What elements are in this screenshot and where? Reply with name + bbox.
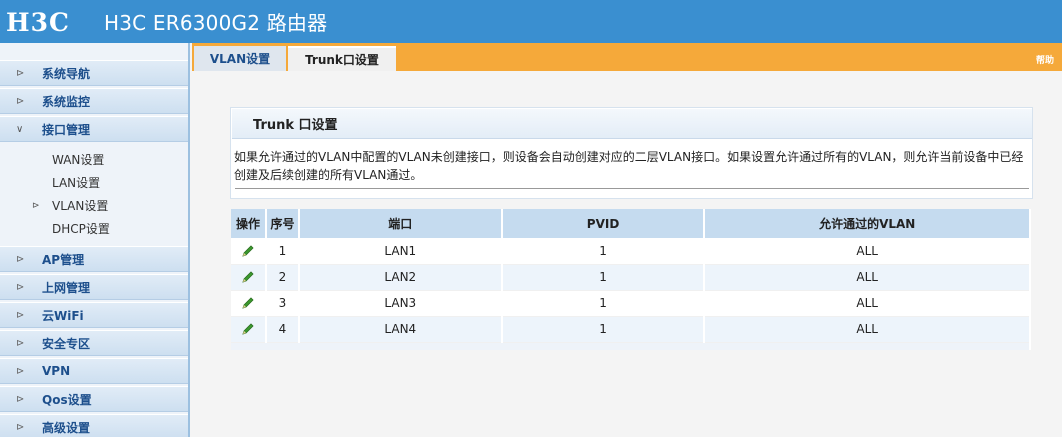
tab-bar: VLAN设置 Trunk口设置 帮助 bbox=[192, 43, 1062, 71]
sidebar-item-label: 安全专区 bbox=[42, 336, 91, 351]
port-cell: LAN1 bbox=[298, 238, 503, 264]
seq-cell: 2 bbox=[265, 264, 300, 290]
pencil-icon[interactable] bbox=[240, 321, 256, 337]
interface-submenu: WAN设置 LAN设置 ⊳ VLAN设置 DHCP设置 bbox=[0, 144, 188, 246]
sidebar-item-qos[interactable]: ⊳ Qos设置 bbox=[0, 386, 188, 412]
table-row: 2 LAN2 1 ALL bbox=[231, 264, 1031, 290]
vlan-cell: ALL bbox=[704, 316, 1031, 342]
panel-title: Trunk 口设置 bbox=[232, 109, 1032, 139]
tab-vlan-settings[interactable]: VLAN设置 bbox=[194, 46, 286, 71]
sidebar-item-system-monitor[interactable]: ⊳ 系统监控 bbox=[0, 88, 188, 114]
pencil-icon[interactable] bbox=[240, 269, 256, 285]
top-header: H3C H3C ER6300G2 路由器 bbox=[0, 0, 1062, 43]
col-header-pvid: PVID bbox=[501, 209, 706, 238]
port-cell: LAN2 bbox=[298, 264, 503, 290]
tab-trunk-settings[interactable]: Trunk口设置 bbox=[288, 46, 396, 71]
help-link[interactable]: 帮助 bbox=[1036, 53, 1054, 66]
sidebar-item-label: 接口管理 bbox=[42, 122, 91, 137]
col-header-seq: 序号 bbox=[265, 209, 300, 238]
sidebar-item-cloud-wifi[interactable]: ⊳ 云WiFi bbox=[0, 302, 188, 328]
vlan-cell: ALL bbox=[704, 238, 1031, 264]
current-arrow-icon: ⊳ bbox=[32, 200, 40, 211]
expand-arrow-icon: ⊳ bbox=[16, 67, 25, 79]
expand-arrow-icon: ⊳ bbox=[16, 393, 25, 405]
edit-cell bbox=[231, 316, 267, 342]
sidebar-item-system-nav[interactable]: ⊳ 系统导航 bbox=[0, 60, 188, 86]
sidebar-item-advanced[interactable]: ⊳ 高级设置 bbox=[0, 414, 188, 437]
sidebar-item-internet-mgmt[interactable]: ⊳ 上网管理 bbox=[0, 274, 188, 300]
sidebar-item-label: 系统监控 bbox=[42, 94, 91, 109]
submenu-item-wan[interactable]: WAN设置 bbox=[0, 148, 188, 171]
table-header-row: 操作 序号 端口 PVID 允许通过的VLAN bbox=[231, 209, 1031, 238]
seq-cell: 4 bbox=[265, 316, 300, 342]
edit-cell bbox=[231, 290, 267, 316]
col-header-port: 端口 bbox=[298, 209, 503, 238]
table-row: 1 LAN1 1 ALL bbox=[231, 238, 1031, 264]
expand-arrow-icon: ⊳ bbox=[16, 337, 25, 349]
sidebar-item-ap-mgmt[interactable]: ⊳ AP管理 bbox=[0, 246, 188, 272]
submenu-label: DHCP设置 bbox=[52, 222, 110, 236]
submenu-label: LAN设置 bbox=[52, 176, 101, 190]
col-header-allowed-vlan: 允许通过的VLAN bbox=[704, 209, 1031, 238]
submenu-label: WAN设置 bbox=[52, 153, 105, 167]
table-row: 4 LAN4 1 ALL bbox=[231, 316, 1031, 342]
vlan-cell: ALL bbox=[704, 264, 1031, 290]
table-footer bbox=[231, 342, 1031, 350]
sidebar-item-security[interactable]: ⊳ 安全专区 bbox=[0, 330, 188, 356]
collapse-arrow-icon: ∨ bbox=[16, 123, 24, 135]
vlan-cell: ALL bbox=[704, 290, 1031, 316]
h3c-logo: H3C bbox=[6, 7, 90, 37]
sidebar-item-label: VPN bbox=[42, 364, 71, 378]
divider bbox=[235, 188, 1029, 189]
sidebar-item-label: 高级设置 bbox=[42, 420, 91, 435]
expand-arrow-icon: ⊳ bbox=[16, 281, 25, 293]
pvid-cell: 1 bbox=[501, 316, 706, 342]
pvid-cell: 1 bbox=[501, 238, 706, 264]
edit-cell bbox=[231, 238, 267, 264]
table-row: 3 LAN3 1 ALL bbox=[231, 290, 1031, 316]
port-cell: LAN3 bbox=[298, 290, 503, 316]
sidebar-item-vpn[interactable]: ⊳ VPN bbox=[0, 358, 188, 384]
expand-arrow-icon: ⊳ bbox=[16, 421, 25, 433]
pencil-icon[interactable] bbox=[240, 295, 256, 311]
submenu-label: VLAN设置 bbox=[52, 199, 109, 213]
submenu-item-lan[interactable]: LAN设置 bbox=[0, 171, 188, 194]
col-header-action: 操作 bbox=[231, 209, 267, 238]
sidebar-item-label: 系统导航 bbox=[42, 66, 91, 81]
pvid-cell: 1 bbox=[501, 290, 706, 316]
pencil-icon[interactable] bbox=[240, 243, 256, 259]
sidebar: ⊳ 系统导航 ⊳ 系统监控 ∨ 接口管理 WAN设置 LAN设置 ⊳ VLAN设置… bbox=[0, 43, 190, 437]
submenu-item-dhcp[interactable]: DHCP设置 bbox=[0, 217, 188, 240]
expand-arrow-icon: ⊳ bbox=[16, 309, 25, 321]
trunk-port-table: 操作 序号 端口 PVID 允许通过的VLAN 1 LAN1 1 ALL 2 L… bbox=[231, 209, 1031, 350]
page-title: H3C ER6300G2 路由器 bbox=[104, 11, 328, 35]
seq-cell: 3 bbox=[265, 290, 300, 316]
sidebar-item-interface-mgmt[interactable]: ∨ 接口管理 bbox=[0, 116, 188, 142]
expand-arrow-icon: ⊳ bbox=[16, 253, 25, 265]
sidebar-item-label: Qos设置 bbox=[42, 392, 92, 407]
svg-text:H3C: H3C bbox=[6, 9, 70, 35]
expand-arrow-icon: ⊳ bbox=[16, 95, 25, 107]
pvid-cell: 1 bbox=[501, 264, 706, 290]
sidebar-item-label: 上网管理 bbox=[42, 280, 91, 295]
sidebar-item-label: AP管理 bbox=[42, 252, 85, 267]
submenu-item-vlan[interactable]: ⊳ VLAN设置 bbox=[0, 194, 188, 217]
edit-cell bbox=[231, 264, 267, 290]
panel-description: 如果允许通过的VLAN中配置的VLAN未创建接口，则设备会自动创建对应的二层VL… bbox=[234, 150, 1024, 182]
port-cell: LAN4 bbox=[298, 316, 503, 342]
seq-cell: 1 bbox=[265, 238, 300, 264]
trunk-settings-panel: Trunk 口设置 如果允许通过的VLAN中配置的VLAN未创建接口，则设备会自… bbox=[230, 107, 1033, 199]
sidebar-item-label: 云WiFi bbox=[42, 308, 84, 323]
expand-arrow-icon: ⊳ bbox=[16, 365, 25, 377]
